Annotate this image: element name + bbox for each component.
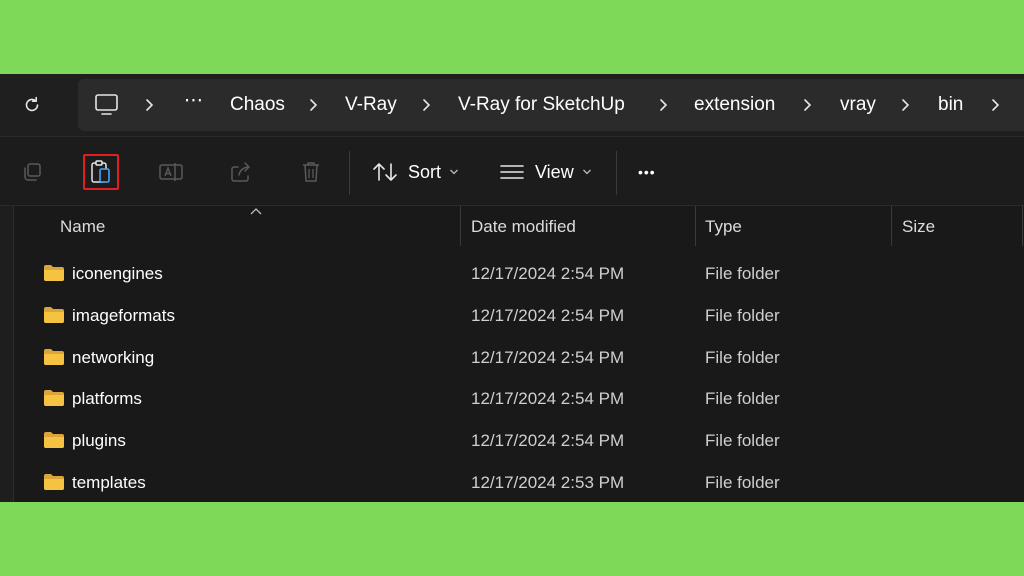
share-button[interactable] [223,154,259,190]
sort-button[interactable]: Sort [372,137,459,207]
view-label: View [535,161,574,182]
paste-button[interactable] [83,154,119,190]
file-name: iconengines [72,264,163,283]
refresh-button[interactable] [14,87,50,123]
table-row[interactable]: platforms 12/17/2024 2:54 PM File folder [0,378,1024,420]
file-type: File folder [705,431,780,450]
file-type: File folder [705,389,780,408]
file-date-modified: 12/17/2024 2:54 PM [471,264,625,283]
file-list: Name Date modified Type Size iconengines… [0,206,1024,502]
chevron-right-icon[interactable] [421,79,433,131]
this-pc-button[interactable] [94,79,120,131]
table-row[interactable]: imageformats 12/17/2024 2:54 PM File folde… [0,295,1024,337]
table-row[interactable]: iconengines 12/17/2024 2:54 PM File folder [0,253,1024,295]
breadcrumb-item-extension[interactable]: extension [694,79,775,131]
chevron-right-icon[interactable] [308,79,320,131]
breadcrumb-item-bin[interactable]: bin [938,79,963,131]
folder-icon [44,390,64,406]
sort-ascending-icon [250,208,262,215]
address-row: ⋯ Chaos V-Ray V-Ray for SketchUp extensi… [0,74,1024,136]
chevron-right-icon[interactable] [900,79,912,131]
view-list-icon [500,165,524,179]
share-icon [231,162,250,182]
folder-icon [44,474,64,490]
column-header-type[interactable]: Type [705,206,742,246]
view-button[interactable]: View [499,137,592,207]
file-type: File folder [705,306,780,325]
refresh-icon [25,96,39,112]
file-date-modified: 12/17/2024 2:54 PM [471,431,625,450]
column-header-date[interactable]: Date modified [471,206,576,246]
file-explorer-window: ⋯ Chaos V-Ray V-Ray for SketchUp extensi… [0,74,1024,502]
folder-icon [44,432,64,448]
chevron-right-icon[interactable] [658,79,670,131]
breadcrumb-item-vray-for-sketchup[interactable]: V-Ray for SketchUp [458,79,625,131]
more-options-button[interactable]: ••• [638,137,656,207]
monitor-icon [95,94,118,115]
file-name: imageformats [72,306,175,325]
sort-icon [373,163,397,181]
column-header-name[interactable]: Name [60,206,105,246]
breadcrumb[interactable]: ⋯ Chaos V-Ray V-Ray for SketchUp extensi… [78,79,1024,131]
file-date-modified: 12/17/2024 2:54 PM [471,348,625,367]
breadcrumb-item-vray[interactable]: V-Ray [345,79,397,131]
copy-button[interactable] [14,154,50,190]
chevron-down-icon [450,169,458,175]
trash-icon [303,162,319,182]
file-date-modified: 12/17/2024 2:53 PM [471,473,625,492]
file-date-modified: 12/17/2024 2:54 PM [471,306,625,325]
toolbar-divider [616,151,617,195]
column-divider[interactable] [891,206,892,246]
file-name: networking [72,348,155,367]
file-name: templates [72,473,146,492]
command-bar: Sort View ••• [0,136,1024,206]
file-name: plugins [72,431,126,450]
column-header-size[interactable]: Size [902,206,935,246]
copy-icon [24,163,41,181]
rename-icon [159,163,183,181]
column-divider[interactable] [460,206,461,246]
table-row[interactable]: networking 12/17/2024 2:54 PM File folder [0,337,1024,379]
more-icon: ••• [638,164,656,180]
table-row[interactable]: templates 12/17/2024 2:53 PM File folder [0,462,1024,502]
breadcrumb-item-vray-folder[interactable]: vray [840,79,876,131]
file-date-modified: 12/17/2024 2:54 PM [471,389,625,408]
file-name: platforms [72,389,142,408]
sort-label: Sort [408,161,442,182]
chevron-right-icon[interactable] [990,79,1002,131]
table-row[interactable]: plugins 12/17/2024 2:54 PM File folder [0,420,1024,462]
chevron-right-icon[interactable] [144,79,156,131]
file-type: File folder [705,264,780,283]
chevron-down-icon [582,169,591,175]
file-type: File folder [705,473,780,492]
breadcrumb-item-chaos[interactable]: Chaos [230,79,285,131]
folder-icon [44,349,64,365]
chevron-right-icon[interactable] [802,79,814,131]
paste-icon [91,160,110,183]
file-type: File folder [705,348,780,367]
toolbar-divider [349,151,350,195]
rename-button[interactable] [153,154,189,190]
folder-icon [44,307,64,323]
column-divider[interactable] [695,206,696,246]
column-divider[interactable] [1022,206,1023,246]
delete-button[interactable] [293,154,329,190]
folder-icon [44,265,64,281]
breadcrumb-overflow[interactable]: ⋯ [184,75,203,127]
